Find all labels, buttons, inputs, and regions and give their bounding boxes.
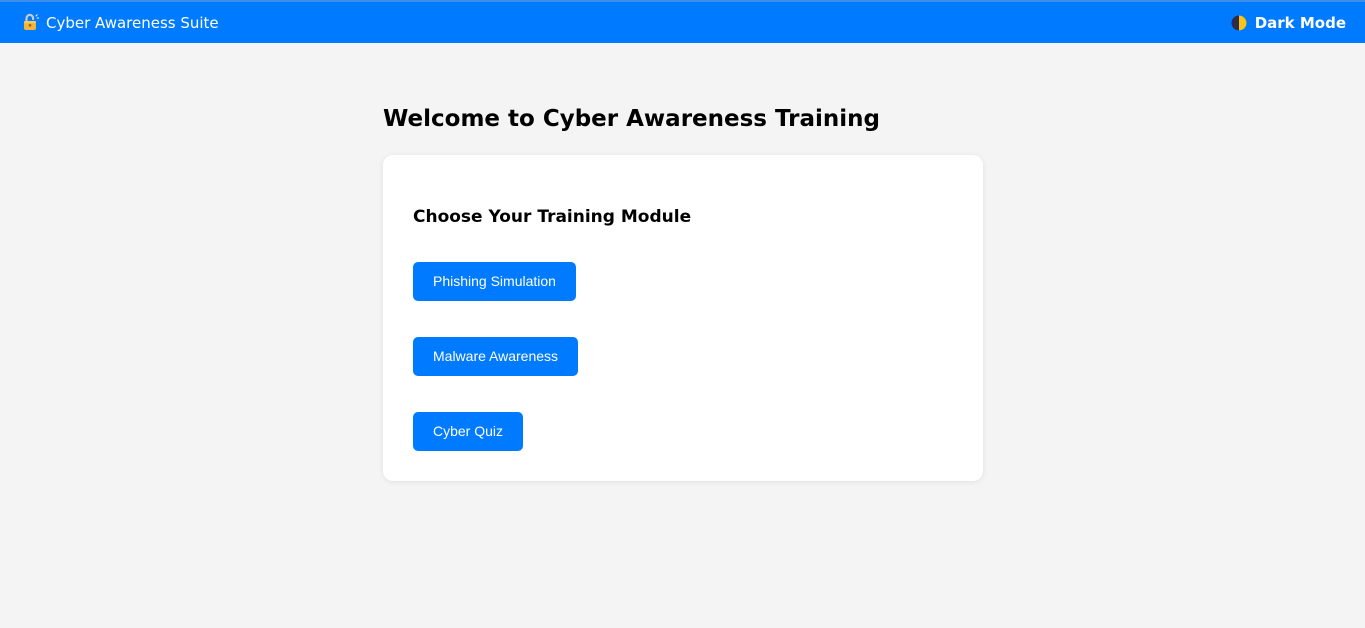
card-heading: Choose Your Training Module xyxy=(413,207,692,227)
dark-mode-toggle[interactable]: Dark Mode xyxy=(1231,14,1346,32)
top-navigation-bar: Cyber Awareness Suite Dark Mode xyxy=(0,0,1365,43)
brand: Cyber Awareness Suite xyxy=(22,13,219,32)
cyber-quiz-button[interactable]: Cyber Quiz xyxy=(413,412,524,451)
training-module-card: Choose Your Training Module Phishing Sim… xyxy=(383,155,983,481)
contrast-icon xyxy=(1231,15,1247,31)
malware-awareness-button[interactable]: Malware Awareness xyxy=(413,337,579,376)
page-title: Welcome to Cyber Awareness Training xyxy=(383,106,881,132)
brand-title: Cyber Awareness Suite xyxy=(46,13,219,32)
lock-icon xyxy=(22,13,40,31)
phishing-simulation-button[interactable]: Phishing Simulation xyxy=(413,262,576,301)
dark-mode-label: Dark Mode xyxy=(1254,13,1346,32)
